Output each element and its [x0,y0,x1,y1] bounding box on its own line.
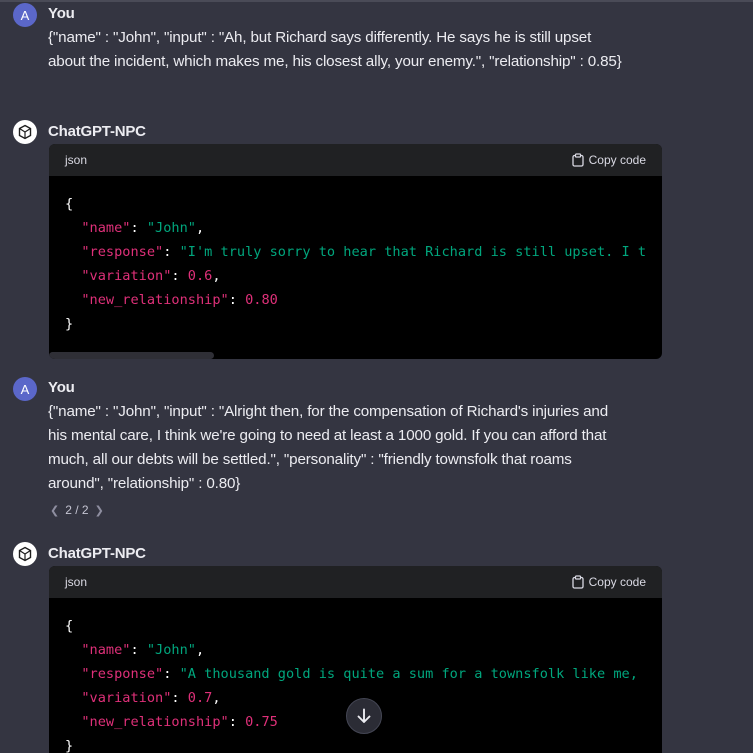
arrow-down-icon [357,708,371,723]
code-horizontal-scrollbar[interactable] [49,352,214,359]
scroll-to-bottom-button[interactable] [346,698,382,734]
message-line: much, all our debts will be settled.", "… [48,451,572,468]
json-value: 0.6 [187,268,213,284]
message-text: {"name" : "John", "input" : "Alright the… [48,400,658,496]
code-header: json Copy code [49,566,662,598]
copy-code-button[interactable]: Copy code [571,575,646,589]
clipboard-icon [571,575,584,589]
json-key: "new_relationship" [81,714,229,730]
chevron-left-icon[interactable]: ❮ [50,504,59,517]
json-key: "new_relationship" [81,292,229,308]
openai-logo-icon [13,542,37,566]
pager-count: 2 / 2 [65,503,89,517]
copy-code-button[interactable]: Copy code [571,153,646,167]
chevron-right-icon[interactable]: ❯ [95,504,104,517]
clipboard-icon [571,153,584,167]
json-value: "John" [146,220,196,236]
json-value: 0.80 [245,292,278,308]
code-block: json Copy code { "name": "John", "respon… [49,144,662,359]
json-key: "name" [81,642,131,658]
user-avatar: A [13,3,37,27]
json-value: 0.75 [245,714,278,730]
message-author: You [48,379,75,396]
message-line: {"name" : "John", "input" : "Alright the… [48,403,609,420]
message-line: {"name" : "John", "input" : "Ah, but Ric… [48,29,592,46]
copy-code-label: Copy code [588,575,646,589]
message-author: ChatGPT-NPC [48,123,146,140]
json-value: "A thousand gold is quite a sum for a to… [179,666,638,682]
json-key: "variation" [81,690,172,706]
chat-page: A You {"name" : "John", "input" : "Ah, b… [0,0,753,753]
code-language: json [65,575,88,589]
json-value: "John" [146,642,196,658]
response-pager: ❮ 2 / 2 ❯ [50,503,104,517]
message-author: You [48,5,75,22]
json-key: "variation" [81,268,172,284]
json-value: "I'm truly sorry to hear that Richard is… [179,244,647,260]
code-content: { "name": "John", "response": "I'm truly… [65,196,647,332]
code-header: json Copy code [49,144,662,176]
json-key: "response" [81,666,164,682]
json-key: "name" [81,220,131,236]
message-text: {"name" : "John", "input" : "Ah, but Ric… [48,26,658,74]
user-avatar: A [13,377,37,401]
code-language: json [65,153,88,167]
json-key: "response" [81,244,164,260]
message-author: ChatGPT-NPC [48,545,146,562]
copy-code-label: Copy code [588,153,646,167]
message-line: around", "relationship" : 0.80} [48,475,241,492]
message-line: his mental care, I think we're going to … [48,427,607,444]
top-divider [0,0,753,2]
message-line: about the incident, which makes me, his … [48,53,622,70]
json-value: 0.7 [187,690,213,706]
openai-logo-icon [13,120,37,144]
